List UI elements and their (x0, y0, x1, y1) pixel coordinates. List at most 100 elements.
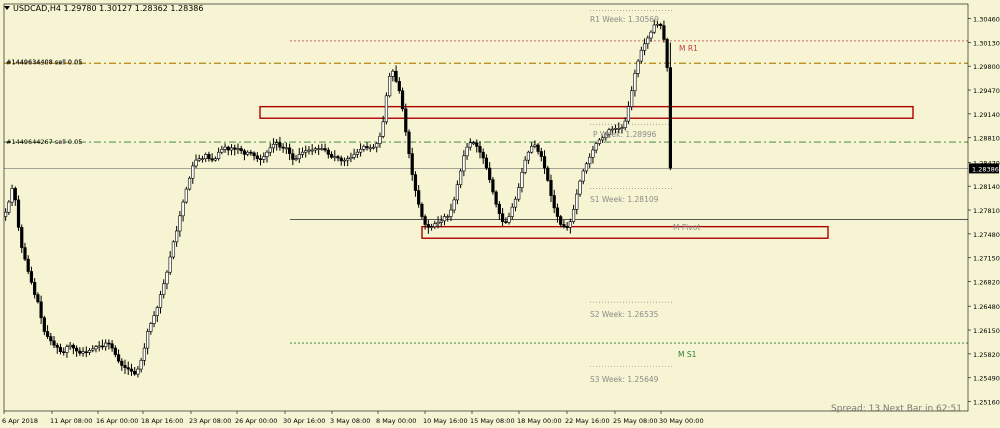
candle-body (278, 142, 282, 148)
candle-body (100, 345, 105, 348)
candle-body (252, 152, 256, 157)
candle-body (504, 221, 508, 223)
candle-body (429, 226, 434, 228)
candle-body (226, 146, 230, 151)
candle-body (352, 154, 356, 158)
candle-body (326, 149, 330, 155)
candle-body (329, 154, 334, 158)
candle-body (155, 307, 159, 316)
candle-body (75, 347, 79, 352)
candle-body (397, 81, 401, 92)
candle-body (310, 149, 314, 152)
candle-body (581, 170, 585, 182)
candle-body (571, 209, 576, 222)
candle-body (391, 70, 395, 77)
candle-body (149, 323, 153, 332)
x-tick-label: 18 Apr 16:00 (141, 417, 183, 425)
price-chart[interactable]: 1.30460 1.30130 1.29800 1.29470 1.29140 1.288… (0, 0, 1000, 428)
candle-body (233, 147, 237, 150)
m-r1-label: M R1 (679, 44, 698, 53)
candle-body (213, 158, 217, 161)
x-tick-label: 22 May 16:00 (565, 417, 610, 425)
y-tick-label: 1.30460 (973, 15, 1000, 23)
candle-body (552, 195, 556, 209)
candle-body (346, 158, 350, 161)
x-tick-label: 11 Apr 08:00 (50, 417, 92, 425)
candle-body (362, 146, 366, 150)
candle-body (7, 201, 11, 213)
candle-body (52, 340, 56, 346)
candle-body (384, 95, 389, 123)
candle-body (423, 216, 427, 225)
candle-body (223, 146, 227, 150)
candle-body (455, 184, 460, 201)
candle-body (526, 151, 530, 161)
order-label-1-overlap[interactable]: #1449644267 sell 0.05 (6, 59, 82, 67)
candle-body (417, 190, 421, 205)
candle-body (630, 90, 634, 107)
candle-body (181, 201, 185, 217)
candle-body (494, 191, 498, 205)
candle-body (136, 368, 140, 375)
candle-body (439, 220, 443, 223)
candle-body (442, 216, 447, 222)
x-tick-label: 8 May 00:00 (376, 417, 416, 425)
candle-body (29, 271, 34, 283)
candle-body (62, 351, 66, 354)
x-tick-label: 30 May 00:00 (659, 417, 704, 425)
candle-body (497, 203, 501, 214)
candle-body (191, 165, 195, 179)
candle-body (158, 294, 163, 308)
candle-body (171, 241, 176, 258)
candle-body (4, 211, 8, 217)
y-tick-label: 1.29140 (973, 111, 1000, 119)
s3-week-label: S3 Week: 1.25649 (590, 375, 659, 384)
candle-body (26, 258, 30, 272)
y-tick-label: 1.28810 (973, 135, 1000, 143)
candle-body (539, 151, 543, 157)
candle-body (426, 224, 430, 228)
y-tick-label: 1.25820 (973, 351, 1000, 359)
candle-body (536, 144, 540, 152)
x-tick-label: 25 May 08:00 (613, 417, 658, 425)
candle-body (368, 147, 372, 150)
m-pivot-label: M Pivot (673, 223, 700, 232)
candle-body (78, 350, 82, 354)
candle-body (175, 230, 179, 243)
candle-body (300, 151, 305, 155)
candle-body (255, 155, 259, 160)
candle-body (471, 142, 476, 145)
s1-week-label: S1 Week: 1.28109 (590, 195, 659, 204)
candle-body (636, 60, 640, 74)
candle-body (184, 188, 188, 203)
candle-body (197, 158, 201, 161)
y-tick-label: 1.26820 (973, 279, 1000, 287)
candle-body (152, 315, 156, 324)
candle-body (246, 151, 250, 155)
candle-body (20, 227, 24, 248)
candle-body (620, 127, 624, 129)
candle-body (433, 223, 437, 227)
candle-body (320, 148, 324, 150)
candle-body (110, 343, 114, 349)
y-tick-label: 1.26480 (973, 303, 1000, 311)
candle-body (284, 147, 288, 150)
candle-body (649, 31, 653, 39)
candle-body (452, 199, 456, 211)
candle-body (268, 147, 272, 153)
candle-body (94, 346, 98, 350)
candle-body (394, 70, 398, 82)
order-label-2[interactable]: #1449644267 sell 0.05 (6, 138, 82, 146)
candle-body (129, 368, 134, 372)
candle-body (513, 198, 518, 208)
candle-body (294, 158, 298, 161)
candle-body (204, 154, 208, 160)
candle-body (210, 158, 214, 161)
candle-body (500, 213, 505, 222)
candle-body (133, 370, 137, 375)
candle-body (139, 360, 143, 370)
candle-body (436, 222, 440, 225)
candle-body (520, 172, 524, 188)
candle-body (420, 203, 424, 217)
r1-week-label: R1 Week: 1.30569 (590, 15, 659, 24)
